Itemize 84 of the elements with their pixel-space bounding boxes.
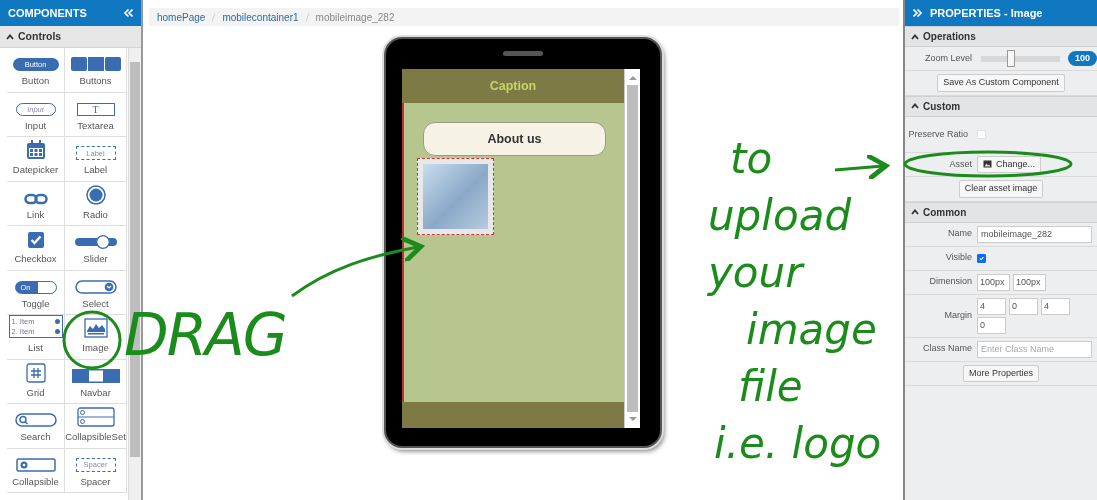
picture-icon: [983, 160, 992, 169]
component-tile[interactable]: Collapsible: [7, 448, 65, 493]
about-us-button[interactable]: About us: [423, 122, 606, 156]
slider-icon: [74, 235, 117, 250]
image-component[interactable]: [417, 158, 494, 235]
handwritten-note: DRAG: [124, 300, 286, 371]
action-button[interactable]: Clear asset image: [958, 180, 1044, 198]
caret-icon: [911, 33, 919, 40]
text-field[interactable]: 100px: [1013, 273, 1046, 291]
checkbox[interactable]: [977, 253, 986, 263]
panel-title: COMPONENTS: [8, 5, 87, 21]
speaker-grille: [503, 51, 543, 56]
breadcrumb-current: mobileimage_282: [315, 10, 395, 25]
action-button[interactable]: Save As Custom Component: [937, 74, 1065, 92]
slider-thumb[interactable]: [1007, 49, 1015, 67]
handwritten-note: upload: [708, 190, 852, 242]
field-label: Asset: [948, 157, 973, 171]
component-tile[interactable]: Checkbox: [7, 226, 65, 271]
field-label: Visible: [944, 251, 973, 265]
grid-icon: [25, 362, 46, 383]
value-badge: 100: [1067, 50, 1097, 67]
datepicker-icon: [25, 140, 46, 161]
text-field[interactable]: 0: [1009, 297, 1038, 315]
component-tile[interactable]: Search: [7, 404, 65, 449]
field-label: Preserve Ratio: [907, 127, 969, 141]
handwritten-note: to: [730, 133, 773, 185]
handwritten-note: image: [746, 304, 877, 356]
field-label: Margin: [943, 308, 973, 322]
buttons-icon: [70, 57, 121, 72]
component-tile[interactable]: Datepicker: [7, 137, 65, 182]
caret-icon: [911, 209, 919, 215]
collapsibleset-icon: [76, 407, 115, 428]
handwritten-note: file: [738, 361, 803, 413]
collapsible-icon: [15, 457, 56, 472]
annotation-arrow: [834, 152, 889, 182]
field-label: Class Name: [922, 342, 973, 356]
component-tile[interactable]: Buttons: [65, 48, 127, 93]
separator-icon: [304, 12, 310, 22]
section-header[interactable]: Common: [905, 201, 1097, 223]
text-field[interactable]: 100px: [977, 273, 1010, 291]
textarea-preview: T: [76, 102, 115, 116]
panel-title: PROPERTIES - Image: [930, 5, 1043, 21]
scroll-down-icon[interactable]: [628, 416, 637, 422]
link-icon: [23, 192, 48, 205]
caret-icon: [911, 103, 919, 109]
component-tile[interactable]: CollapsibleSet: [65, 404, 127, 449]
header-caption: Caption: [489, 77, 537, 95]
text-field[interactable]: 4: [977, 297, 1006, 315]
breadcrumb-link[interactable]: homePage: [157, 9, 206, 25]
section-header[interactable]: Custom: [905, 95, 1097, 117]
expand-icon[interactable]: [913, 9, 922, 17]
field-label: Dimension: [928, 275, 973, 289]
breadcrumb-link[interactable]: mobilecontainer1: [222, 9, 299, 25]
select-icon: [74, 279, 117, 294]
handwritten-note: your: [708, 247, 803, 299]
component-tile[interactable]: T Textarea: [65, 92, 127, 137]
annotation-circle: [62, 310, 122, 370]
caret-icon: [6, 33, 14, 40]
separator-icon: [211, 12, 217, 22]
scroll-up-icon[interactable]: [628, 75, 637, 81]
change-button[interactable]: Change...: [977, 155, 1042, 173]
image-icon: [83, 318, 108, 339]
radio-icon: [85, 184, 106, 205]
navbar-icon: [71, 368, 120, 383]
text-field[interactable]: mobileimage_282: [977, 225, 1092, 243]
component-tile[interactable]: Slider: [65, 226, 127, 271]
collapse-icon[interactable]: [124, 9, 133, 17]
section-header[interactable]: Operations: [905, 26, 1097, 47]
component-tile[interactable]: Navbar: [65, 359, 127, 404]
component-tile[interactable]: Link: [7, 181, 65, 226]
text-field[interactable]: 0: [977, 316, 1006, 334]
handwritten-note: i.e. logo: [714, 418, 882, 470]
component-tile[interactable]: Radio: [65, 181, 127, 226]
text-field[interactable]: Enter Class Name: [977, 340, 1092, 358]
search-icon: [14, 413, 57, 428]
photo-placeholder: [423, 164, 488, 229]
component-tile[interactable]: Grid: [7, 359, 65, 404]
field-label: Zoom Level: [923, 51, 973, 65]
component-tile[interactable]: Select: [65, 270, 127, 315]
action-button[interactable]: More Properties: [963, 364, 1039, 382]
field-label: Name: [947, 227, 973, 241]
checkbox-icon: [26, 231, 45, 250]
text-field[interactable]: 4: [1041, 297, 1070, 315]
section-header[interactable]: Controls: [0, 26, 141, 48]
